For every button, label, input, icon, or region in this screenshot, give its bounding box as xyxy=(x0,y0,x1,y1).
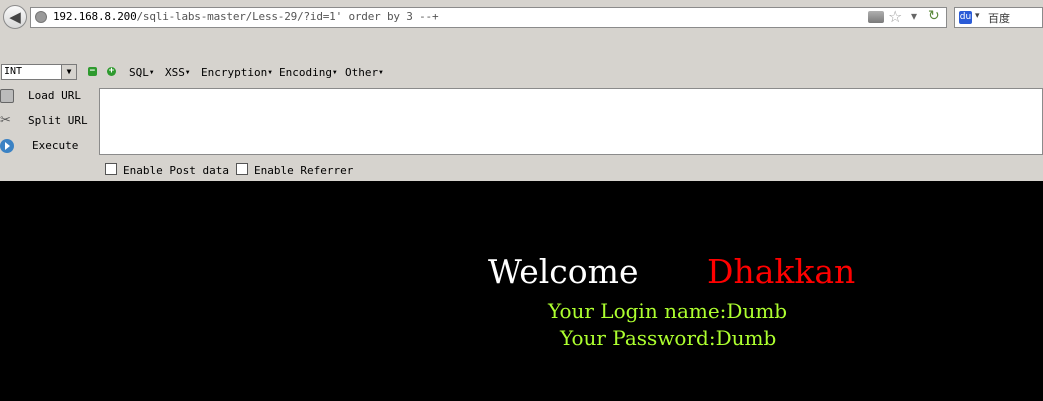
enable-referrer-checkbox[interactable]: Enable Referrer xyxy=(236,163,353,177)
menu-label: SQL xyxy=(129,66,149,79)
chevron-down-icon[interactable]: ▼ xyxy=(61,65,76,79)
enable-post-checkbox[interactable]: Enable Post data xyxy=(105,163,229,177)
load-url-label: Load URL xyxy=(28,89,81,102)
enable-referrer-label: Enable Referrer xyxy=(254,164,354,177)
user-name: Dhakkan xyxy=(707,252,856,291)
type-select[interactable]: INT ▼ xyxy=(1,64,77,80)
login-name-text: Your Login name:Dumb xyxy=(548,299,788,323)
enable-post-label: Enable Post data xyxy=(123,164,229,177)
url-textarea[interactable] xyxy=(99,88,1043,155)
play-icon xyxy=(0,139,14,153)
split-url-label: Split URL xyxy=(28,114,88,127)
back-arrow-icon[interactable]: ◀ xyxy=(3,5,27,29)
bookmark-star-icon[interactable]: ☆ xyxy=(888,7,902,26)
caret-icon: ▼ xyxy=(379,69,383,76)
rss-icon[interactable] xyxy=(868,11,884,23)
load-url-icon xyxy=(0,89,14,103)
caret-icon: ▼ xyxy=(149,69,154,76)
globe-icon xyxy=(35,11,47,23)
menu-encryption[interactable]: Encryption▼ xyxy=(201,66,272,79)
search-engine-icon[interactable]: du xyxy=(959,11,972,24)
browser-chrome: ◀ 192.168.8.200/sqli-labs-master/Less-29… xyxy=(0,0,1043,181)
url-text[interactable]: 192.168.8.200/sqli-labs-master/Less-29/?… xyxy=(53,10,439,23)
checkbox-icon[interactable] xyxy=(236,163,248,175)
menu-label: Encryption xyxy=(201,66,268,79)
execute-label: Execute xyxy=(32,139,79,152)
caret-icon: ▼ xyxy=(268,69,272,76)
checkbox-icon[interactable] xyxy=(105,163,117,175)
url-path: /sqli-labs-master/Less-29/?id=1' order b… xyxy=(136,10,439,23)
menu-label: XSS xyxy=(165,66,185,79)
search-input[interactable]: 百度 xyxy=(988,10,1010,26)
chevron-down-icon[interactable]: ▾ xyxy=(911,9,917,23)
password-text: Your Password:Dumb xyxy=(560,326,777,350)
caret-icon: ▼ xyxy=(332,69,337,76)
menu-encoding[interactable]: Encoding▼ xyxy=(279,66,337,79)
navigation-bar: ◀ 192.168.8.200/sqli-labs-master/Less-29… xyxy=(0,0,1043,36)
type-select-value: INT xyxy=(4,66,23,77)
url-bar[interactable]: 192.168.8.200/sqli-labs-master/Less-29/?… xyxy=(30,7,947,28)
menu-other[interactable]: Other▼ xyxy=(345,66,383,79)
split-url-button[interactable]: ✂ Split URL xyxy=(0,111,98,133)
execute-button[interactable]: Execute xyxy=(0,136,98,158)
welcome-text: Welcome xyxy=(488,252,639,291)
caret-icon: ▼ xyxy=(185,69,190,76)
menu-label: Other xyxy=(345,66,379,79)
scissors-icon: ✂ xyxy=(0,113,11,128)
load-url-button[interactable]: Load URL xyxy=(0,86,98,108)
menu-xss[interactable]: XSS▼ xyxy=(165,66,190,79)
menu-label: Encoding xyxy=(279,66,332,79)
search-box[interactable]: du ▾ 百度 xyxy=(954,7,1043,28)
chevron-down-icon[interactable]: ▾ xyxy=(975,11,980,21)
reload-icon[interactable]: ↻ xyxy=(928,8,940,24)
menu-sql[interactable]: SQL▼ xyxy=(129,66,154,79)
hackbar: INT ▼ − + SQL▼ XSS▼ Encryption▼ Encoding… xyxy=(0,60,1043,181)
plus-icon[interactable]: + xyxy=(107,67,116,76)
url-host: 192.168.8.200 xyxy=(53,10,137,23)
minus-icon[interactable]: − xyxy=(88,67,97,76)
